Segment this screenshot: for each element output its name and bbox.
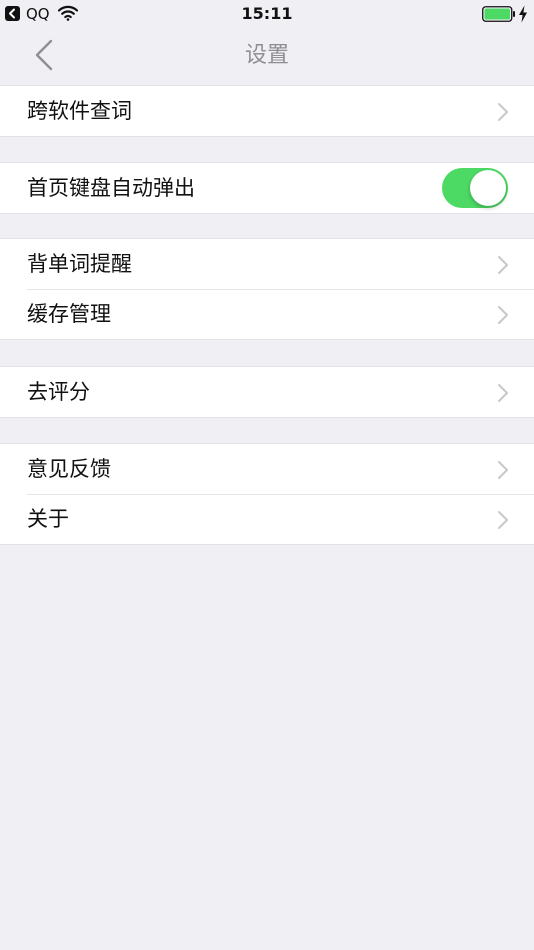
row-label: 跨软件查词 xyxy=(27,99,132,123)
back-button[interactable] xyxy=(24,36,64,76)
row-label: 去评分 xyxy=(27,380,90,404)
chevron-right-icon xyxy=(498,384,508,402)
row-label: 背单词提醒 xyxy=(27,252,132,276)
row-rate-app[interactable]: 去评分 xyxy=(0,367,534,417)
row-cross-app-lookup[interactable]: 跨软件查词 xyxy=(0,86,534,136)
settings-group-study: 背单词提醒 缓存管理 xyxy=(0,238,534,340)
row-label: 意见反馈 xyxy=(27,457,111,481)
settings-group-rating: 去评分 xyxy=(0,366,534,418)
keyboard-auto-popup-toggle[interactable] xyxy=(442,168,508,208)
chevron-right-icon xyxy=(498,511,508,529)
row-cache-management[interactable]: 缓存管理 xyxy=(0,289,534,339)
status-time: 15:11 xyxy=(241,4,293,23)
settings-group-keyboard: 首页键盘自动弹出 xyxy=(0,162,534,214)
chevron-right-icon xyxy=(498,461,508,479)
battery-icon xyxy=(482,6,515,22)
chevron-right-icon xyxy=(498,306,508,324)
settings-screen: QQ 15:11 设置 跨软件查词 首页键盘自动弹出 背单词提醒 缓存管理 去评… xyxy=(0,0,534,950)
charging-bolt-icon xyxy=(519,5,527,23)
row-feedback[interactable]: 意见反馈 xyxy=(0,444,534,494)
navigation-bar: 设置 xyxy=(0,28,534,84)
toggle-knob xyxy=(470,170,506,206)
status-bar: QQ 15:11 xyxy=(0,0,534,28)
page-title: 设置 xyxy=(244,43,289,68)
row-about[interactable]: 关于 xyxy=(0,494,534,544)
chevron-left-icon xyxy=(35,39,53,71)
chevron-right-icon xyxy=(498,256,508,274)
settings-group-lookup: 跨软件查词 xyxy=(0,85,534,137)
settings-group-support: 意见反馈 关于 xyxy=(0,443,534,545)
chevron-right-icon xyxy=(498,103,508,121)
row-label: 缓存管理 xyxy=(27,302,111,326)
row-label: 首页键盘自动弹出 xyxy=(27,176,195,200)
row-keyboard-auto-popup: 首页键盘自动弹出 xyxy=(0,163,534,213)
row-vocab-reminder[interactable]: 背单词提醒 xyxy=(0,239,534,289)
row-label: 关于 xyxy=(27,507,69,531)
